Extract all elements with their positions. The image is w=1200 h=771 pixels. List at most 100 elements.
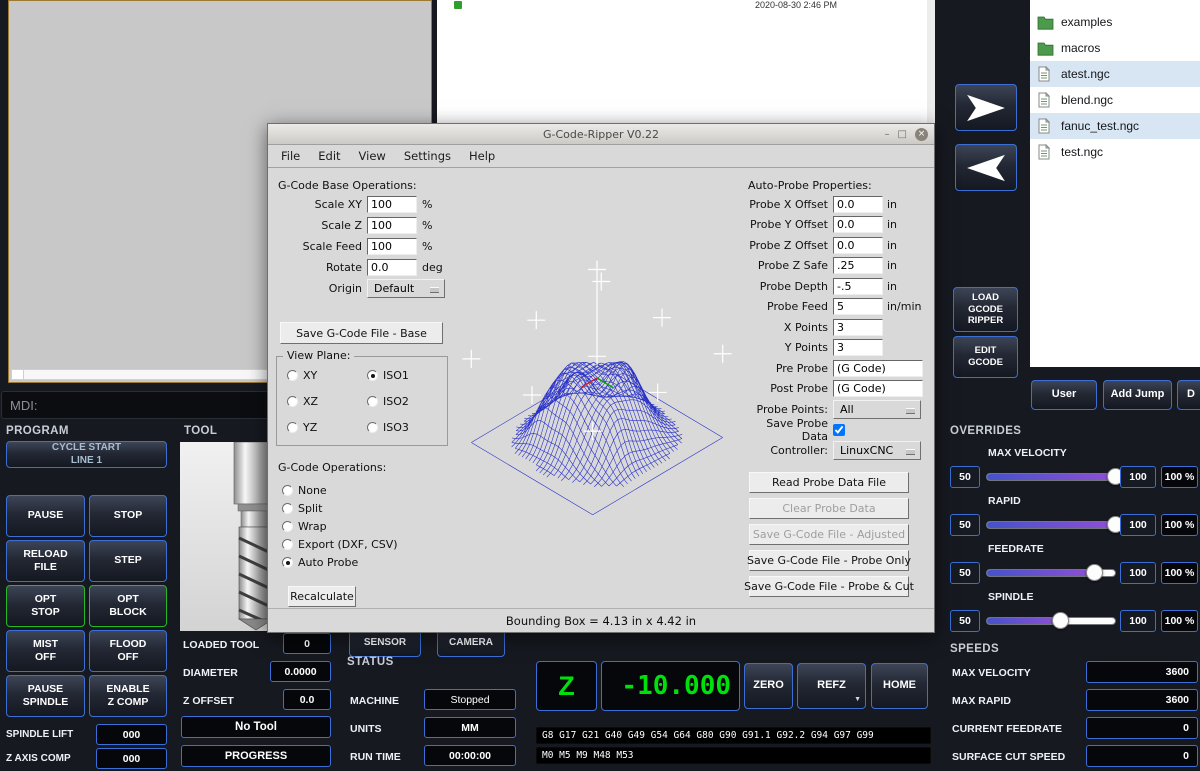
rotate-input[interactable] [367, 259, 417, 276]
radio-icon [367, 370, 378, 381]
file-item-test[interactable]: test.ngc [1030, 139, 1200, 165]
radio-label: Split [298, 502, 322, 515]
radio-xz[interactable]: XZ [287, 395, 318, 408]
partial-button[interactable]: D [1177, 380, 1200, 410]
radio-wrap[interactable]: Wrap [282, 520, 398, 533]
z-axis-button[interactable]: Z [536, 661, 597, 711]
home-button[interactable]: HOME [871, 663, 928, 709]
radio-icon [287, 370, 298, 381]
menu-edit[interactable]: Edit [309, 147, 349, 165]
read-probe-data-button[interactable]: Read Probe Data File [749, 472, 909, 493]
zero-button[interactable]: ZERO [744, 663, 793, 709]
refz-button[interactable]: REFZ ▼ [797, 663, 866, 709]
add-jump-button[interactable]: Add Jump [1103, 380, 1172, 410]
cycle-start-button[interactable]: CYCLE START LINE 1 [6, 441, 167, 468]
radio-auto-probe[interactable]: Auto Probe [282, 556, 398, 569]
radio-iso1[interactable]: ISO1 [367, 369, 409, 382]
override-max-button[interactable]: 100 [1120, 514, 1156, 536]
override-max-button[interactable]: 100 [1120, 562, 1156, 584]
probe-z-safe-input[interactable] [833, 257, 883, 274]
controller-dropdown[interactable]: LinuxCNC [833, 441, 921, 460]
stop-button[interactable]: STOP [89, 495, 167, 537]
reload-file-button[interactable]: RELOAD FILE [6, 540, 85, 582]
load-gcode-ripper-button[interactable]: LOAD GCODE RIPPER [953, 287, 1018, 332]
radio-label: Wrap [298, 520, 327, 533]
bounding-box-statusbar: Bounding Box = 4.13 in x 4.42 in [268, 608, 934, 632]
radio-yz[interactable]: YZ [287, 421, 317, 434]
max-velocity-slider[interactable] [986, 466, 1116, 488]
override-min-button[interactable]: 50 [950, 610, 980, 632]
probe-y-offset-input[interactable] [833, 216, 883, 233]
recalculate-button[interactable]: Recalculate [288, 586, 356, 607]
user-button[interactable]: User [1031, 380, 1097, 410]
file-icon [1037, 92, 1054, 108]
enable-zcomp-button[interactable]: ENABLE Z COMP [89, 675, 167, 717]
probe-feed-input[interactable] [833, 298, 883, 315]
opt-block-button[interactable]: OPT BLOCK [89, 585, 167, 627]
menu-file[interactable]: File [272, 147, 309, 165]
spindle-slider[interactable] [986, 610, 1116, 632]
minimize-icon[interactable]: – [885, 129, 890, 140]
file-item-macros[interactable]: macros [1030, 35, 1200, 61]
edit-gcode-button[interactable]: EDIT GCODE [953, 336, 1018, 378]
dialog-titlebar[interactable]: G-Code-Ripper V0.22 – □ × [268, 124, 934, 145]
override-max-button[interactable]: 100 [1120, 610, 1156, 632]
override-min-button[interactable]: 50 [950, 466, 980, 488]
override-min-button[interactable]: 50 [950, 514, 980, 536]
save-probe-cut-button[interactable]: Save G-Code File - Probe & Cut [749, 576, 909, 597]
step-button[interactable]: STEP [89, 540, 167, 582]
menu-help[interactable]: Help [460, 147, 504, 165]
menu-view[interactable]: View [350, 147, 395, 165]
chevron-down-icon[interactable]: ▼ [854, 696, 861, 705]
save-probe-data-checkbox[interactable] [833, 424, 845, 436]
radio-none[interactable]: None [282, 484, 398, 497]
pause-spindle-button[interactable]: PAUSE SPINDLE [6, 675, 85, 717]
maximize-icon[interactable]: □ [898, 129, 907, 140]
menu-settings[interactable]: Settings [395, 147, 460, 165]
rapid-slider[interactable] [986, 514, 1116, 536]
override-min-button[interactable]: 50 [950, 562, 980, 584]
radio-label: ISO1 [383, 369, 409, 382]
x-points-input[interactable] [833, 319, 883, 336]
probe-points-dropdown[interactable]: All [833, 400, 921, 419]
file-item-blend[interactable]: blend.ngc [1030, 87, 1200, 113]
loaded-tool-label: LOADED TOOL [183, 639, 259, 651]
file-item-fanuc-test[interactable]: fanuc_test.ngc [1030, 113, 1200, 139]
feedrate-slider[interactable] [986, 562, 1116, 584]
opt-stop-button[interactable]: OPT STOP [6, 585, 85, 627]
file-item-atest[interactable]: atest.ngc [1030, 61, 1200, 87]
slider-handle[interactable] [1086, 564, 1103, 581]
pause-button[interactable]: PAUSE [6, 495, 85, 537]
scale-z-input[interactable] [367, 217, 417, 234]
radio-iso2[interactable]: ISO2 [367, 395, 409, 408]
dialog-menubar: File Edit View Settings Help [268, 145, 934, 168]
mist-button[interactable]: MIST OFF [6, 630, 85, 672]
file-item-examples[interactable]: examples [1030, 9, 1200, 35]
diameter-value: 0.0000 [270, 661, 331, 682]
arrow-left-button[interactable] [955, 144, 1017, 191]
pre-probe-input[interactable] [833, 360, 923, 377]
probe-z-offset-input[interactable] [833, 237, 883, 254]
flood-button[interactable]: FLOOD OFF [89, 630, 167, 672]
radio-iso3[interactable]: ISO3 [367, 421, 409, 434]
y-points-input[interactable] [833, 339, 883, 356]
radio-label: None [298, 484, 327, 497]
save-base-button[interactable]: Save G-Code File - Base [280, 322, 443, 344]
radio-xy[interactable]: XY [287, 369, 317, 382]
scale-feed-input[interactable] [367, 238, 417, 255]
post-probe-input[interactable] [833, 380, 923, 397]
active-gcodes-bar: G8 G17 G21 G40 G49 G54 G64 G80 G90 G91.1… [536, 727, 931, 744]
arrow-right-button[interactable] [955, 84, 1017, 131]
probe-depth-input[interactable] [833, 278, 883, 295]
origin-dropdown[interactable]: Default [367, 279, 445, 298]
radio-icon [282, 557, 293, 568]
close-icon[interactable]: × [915, 128, 928, 141]
radio-export[interactable]: Export (DXF, CSV) [282, 538, 398, 551]
save-probe-only-button[interactable]: Save G-Code File - Probe Only [749, 550, 909, 571]
scale-xy-input[interactable] [367, 196, 417, 213]
probe-x-offset-input[interactable] [833, 196, 883, 213]
slider-handle[interactable] [1052, 612, 1069, 629]
tool-header: TOOL [184, 425, 217, 437]
override-max-button[interactable]: 100 [1120, 466, 1156, 488]
radio-split[interactable]: Split [282, 502, 398, 515]
